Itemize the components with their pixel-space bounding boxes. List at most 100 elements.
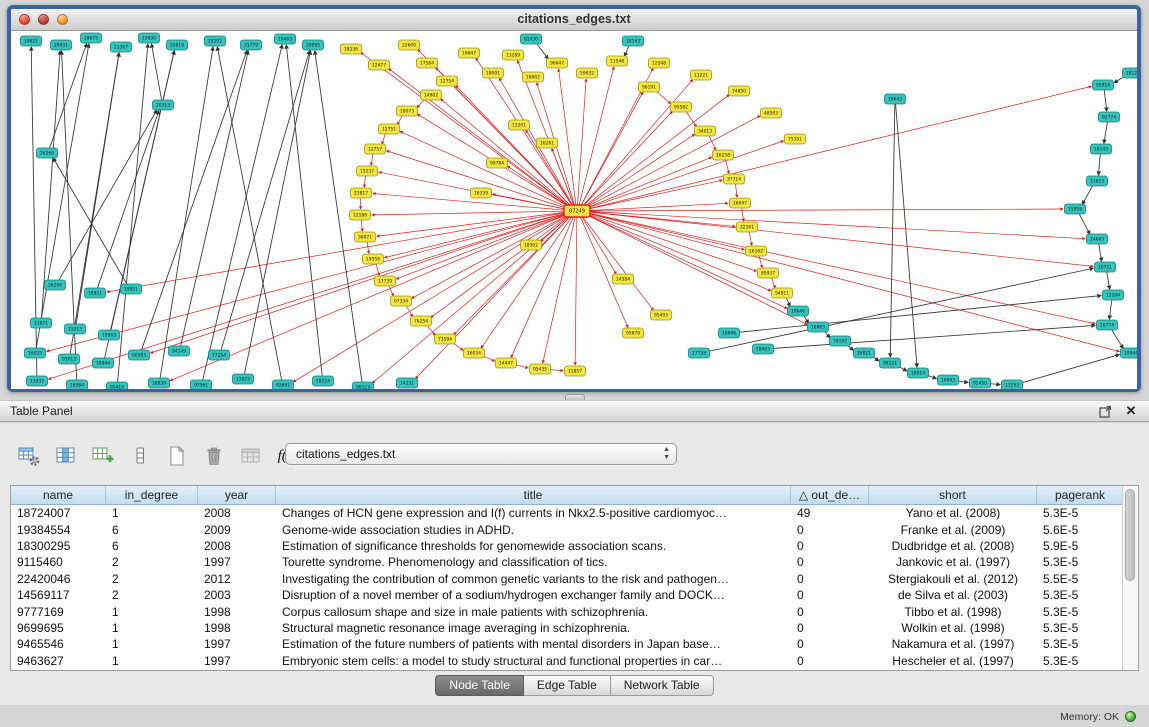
graph-node[interactable]: 12757 <box>365 144 386 154</box>
graph-node[interactable]: 16143 <box>1091 144 1112 154</box>
graph-node[interactable]: 73594 <box>435 334 456 344</box>
zoom-window-button[interactable] <box>57 14 68 25</box>
graph-node[interactable]: 17584 <box>417 58 438 68</box>
graph-edge[interactable] <box>431 213 573 318</box>
graph-node[interactable]: 21779 <box>241 40 262 50</box>
graph-node[interactable]: 18091 <box>483 68 504 78</box>
graph-node[interactable]: 74850 <box>729 86 750 96</box>
graph-node[interactable]: 22600 <box>399 40 420 50</box>
graph-node[interactable]: 96647 <box>547 58 568 68</box>
graph-node[interactable]: 15237 <box>357 166 378 176</box>
graph-node[interactable]: 12186 <box>350 210 371 220</box>
graph-edge[interactable] <box>580 213 616 274</box>
graph-node[interactable]: 13932 <box>27 376 48 386</box>
graph-node[interactable]: 16261 <box>537 138 558 148</box>
graph-edge[interactable] <box>58 110 157 282</box>
graph-edge[interactable] <box>286 45 322 378</box>
graph-node[interactable]: 16035 <box>25 348 46 358</box>
graph-edge[interactable] <box>582 211 1093 266</box>
graph-node[interactable]: 20618 <box>167 40 188 50</box>
scrollbar-thumb[interactable] <box>1125 489 1135 581</box>
graph-node[interactable]: 97561 <box>191 380 212 389</box>
graph-node[interactable]: 20313 <box>153 100 174 110</box>
graph-node[interactable]: 16963 <box>808 322 829 332</box>
graph-node[interactable]: 19021 <box>121 284 142 294</box>
graph-edge[interactable] <box>1104 88 1107 111</box>
graph-edge[interactable] <box>582 211 1085 239</box>
graph-edge[interactable] <box>440 99 573 209</box>
graph-node[interactable]: 15958 <box>1065 204 1086 214</box>
graph-node[interactable]: 16946 <box>719 328 740 338</box>
graph-edge[interactable] <box>293 213 572 382</box>
graph-edge[interactable] <box>481 213 574 348</box>
graph-node[interactable]: 95013 <box>59 354 80 364</box>
table-row[interactable]: 1830029562008Estimation of significance … <box>11 538 1123 554</box>
graph-node[interactable]: 10944 <box>1121 348 1138 358</box>
graph-node[interactable]: 16943 <box>938 375 959 385</box>
graph-edge[interactable] <box>385 212 572 258</box>
graph-node[interactable]: 11871 <box>31 318 52 328</box>
graph-node[interactable]: 18944 <box>93 358 114 368</box>
graph-edge[interactable] <box>117 44 147 384</box>
graph-node[interactable]: 81930 <box>521 34 542 44</box>
table-row[interactable]: 911546021997Tourette syndrome. Phenomeno… <box>11 554 1123 570</box>
graph-edge[interactable] <box>110 51 174 332</box>
table-options-button[interactable] <box>16 443 42 469</box>
graph-node[interactable]: 16047 <box>730 198 751 208</box>
graph-node[interactable]: 12751 <box>379 124 400 134</box>
graph-edge[interactable] <box>53 158 128 286</box>
graph-node[interactable]: 14643 <box>1087 234 1108 244</box>
graph-edge[interactable] <box>1017 355 1120 385</box>
graph-node[interactable]: 16774 <box>1097 320 1118 330</box>
table-row[interactable]: 2242004622012Investigating the contribut… <box>11 571 1123 587</box>
table-row[interactable]: 1872400712008Changes of HCN gene express… <box>11 505 1123 521</box>
graph-edge[interactable] <box>582 203 728 211</box>
graph-node[interactable]: 18073 <box>397 106 418 116</box>
graph-node[interactable]: 96191 <box>639 82 660 92</box>
graph-node[interactable]: 19563 <box>99 330 120 340</box>
table-row[interactable]: 969969511998Structural magnetic resonanc… <box>11 620 1123 636</box>
graph-node[interactable]: 26266 <box>37 148 58 158</box>
graph-edge[interactable] <box>244 51 311 376</box>
graph-node[interactable]: 16162 <box>746 246 767 256</box>
graph-node[interactable]: 18292 <box>205 36 226 46</box>
graph-node[interactable]: 18646 <box>788 306 809 316</box>
graph-edge[interactable] <box>217 47 282 382</box>
graph-node[interactable]: 16021 <box>854 348 875 358</box>
graph-edge[interactable] <box>575 214 577 365</box>
graph-node[interactable]: 14231 <box>397 378 418 388</box>
graph-edge[interactable] <box>577 79 586 208</box>
import-table-button[interactable] <box>164 443 190 469</box>
graph-edge[interactable] <box>160 47 213 380</box>
column-header-year[interactable]: year <box>198 486 276 504</box>
graph-edge[interactable] <box>582 212 1095 324</box>
graph-node[interactable]: 10721 <box>1095 262 1116 272</box>
graph-node[interactable]: 18143 <box>623 36 644 46</box>
graph-node[interactable]: 95582 <box>671 102 692 112</box>
graph-node[interactable]: 11221 <box>691 70 712 80</box>
graph-node[interactable]: 16002 <box>523 72 544 82</box>
delete-table-button[interactable] <box>238 443 264 469</box>
graph-node[interactable]: 14584 <box>613 274 634 284</box>
graph-edge[interactable] <box>141 51 247 353</box>
graph-node[interactable]: 32161 <box>737 222 758 232</box>
graph-edge[interactable] <box>151 44 162 102</box>
graph-node[interactable]: 79197 <box>830 336 851 346</box>
graph-node[interactable]: 95416 <box>107 382 128 389</box>
float-panel-icon[interactable] <box>1097 403 1113 419</box>
graph-node[interactable]: 37714 <box>724 174 745 184</box>
graph-node[interactable]: 19463 <box>275 34 296 44</box>
graph-edge[interactable] <box>1106 270 1109 289</box>
graph-edge[interactable] <box>1082 183 1093 204</box>
graph-node[interactable]: 98121 <box>880 358 901 368</box>
show-columns-button[interactable] <box>53 443 79 469</box>
graph-node[interactable]: 14602 <box>421 90 442 100</box>
graph-node[interactable]: 19821 <box>21 36 42 46</box>
window-titlebar[interactable]: citations_edges.txt <box>11 9 1137 31</box>
table-row[interactable]: 946362711997Embryonic stem cells: a mode… <box>11 653 1123 669</box>
graph-edge[interactable] <box>180 51 248 348</box>
graph-node[interactable]: 18839 <box>149 378 170 388</box>
column-header-out_de[interactable]: △ out_de… <box>791 486 869 504</box>
graph-edge[interactable] <box>581 95 729 210</box>
graph-edge[interactable] <box>890 102 895 357</box>
